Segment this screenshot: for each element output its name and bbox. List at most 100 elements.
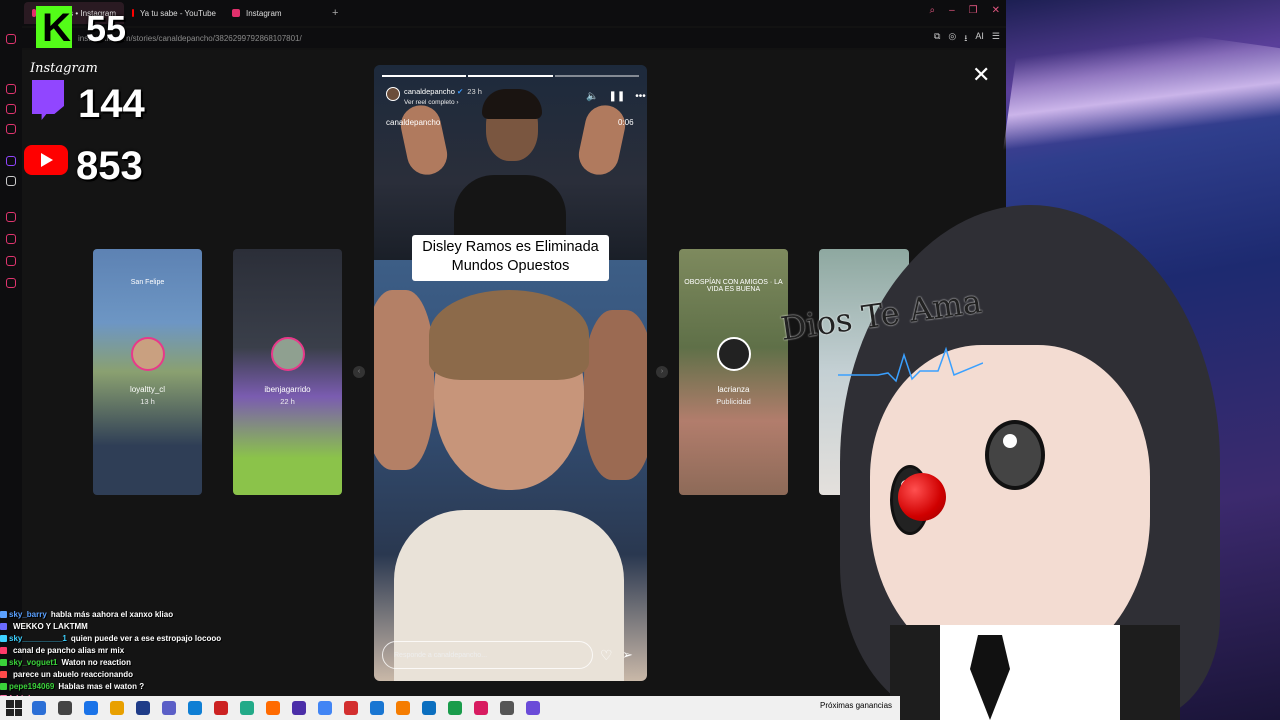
chat-message: sky_________1 quien puede ver a ese estro…: [0, 632, 300, 644]
chat-text: Hablas mas el waton ?: [58, 681, 145, 691]
reply-input[interactable]: Responde a canaldepancho...: [382, 641, 593, 669]
youtube-viewer-count: 853: [76, 144, 143, 188]
chat-username: sky_barry: [9, 609, 47, 619]
story-video-bottom: [374, 260, 647, 681]
sidebar-app-icon[interactable]: [6, 84, 16, 94]
side-story-time: 22 h: [280, 397, 295, 406]
browser-sidebar: [0, 26, 22, 696]
youtube-logo-icon: [24, 145, 68, 175]
instagram-favicon-icon: [232, 9, 240, 17]
taskbar-app-icon[interactable]: [84, 701, 98, 715]
caption-line: Disley Ramos es Eliminada: [422, 239, 599, 255]
taskbar-app-icon[interactable]: [266, 701, 280, 715]
active-story[interactable]: canaldepancho ✔ 23 h Ver reel completo › …: [374, 65, 647, 681]
taskbar-app-icon[interactable]: [344, 701, 358, 715]
close-icon[interactable]: ✕: [992, 5, 1000, 16]
x-icon[interactable]: [6, 176, 16, 186]
download-icon[interactable]: ⭳: [964, 31, 967, 47]
windows-start-icon[interactable]: [6, 700, 22, 716]
taskbar-app-icon[interactable]: [240, 701, 254, 715]
taskbar-app-icon[interactable]: [318, 701, 332, 715]
twitch-icon[interactable]: [6, 156, 16, 166]
chat-message: WEKKO Y LAKTMM: [0, 620, 300, 632]
minimize-icon[interactable]: –: [949, 5, 955, 16]
taskbar-news-widget[interactable]: Próximas ganancias: [820, 701, 892, 710]
address-bar[interactable]: instagram.com/stories/canaldepancho/3826…: [22, 28, 1006, 48]
send-icon[interactable]: ➢: [622, 647, 633, 663]
progress-segment: [382, 75, 467, 77]
view-full-reel-link[interactable]: Ver reel completo ›: [404, 99, 459, 106]
taskbar-app-icon[interactable]: [136, 701, 150, 715]
profile-icon[interactable]: ◎: [948, 31, 956, 47]
menu-icon[interactable]: ☰: [992, 31, 1000, 47]
taskbar-app-icon[interactable]: [500, 701, 514, 715]
story-duration: 0:06: [618, 118, 634, 127]
maximize-icon[interactable]: ❐: [969, 5, 978, 16]
taskbar-app-icon[interactable]: [474, 701, 488, 715]
settings-icon[interactable]: [6, 278, 16, 288]
chat-text: WEKKO Y LAKTMM: [13, 621, 88, 631]
like-icon[interactable]: ♡: [600, 647, 613, 664]
clock-icon[interactable]: [6, 234, 16, 244]
progress-segment: [554, 75, 639, 77]
taskbar-app-icon[interactable]: [32, 701, 46, 715]
chat-badge-icon: [0, 610, 7, 618]
mute-icon[interactable]: 🔈: [586, 91, 598, 102]
avatar-shirt: [940, 625, 1120, 720]
chat-message: pepe194069 Hablas mas el waton ?: [0, 680, 300, 692]
side-story-username: loyaltty_cl: [129, 385, 166, 394]
story-username[interactable]: canaldepancho ✔ 23 h: [404, 87, 482, 96]
avatar-eye: [985, 420, 1045, 490]
chat-badge-icon: [0, 634, 7, 642]
search-icon[interactable]: ⌕: [929, 5, 935, 16]
close-stories-button[interactable]: ✕: [972, 64, 990, 86]
taskbar-app-icon[interactable]: [58, 701, 72, 715]
side-story-card[interactable]: ibenjagarrido 22 h: [233, 249, 342, 495]
new-tab-button[interactable]: +: [324, 7, 346, 19]
taskbar-app-icon[interactable]: [396, 701, 410, 715]
taskbar-app-icon[interactable]: [292, 701, 306, 715]
taskbar-app-icon[interactable]: [370, 701, 384, 715]
instagram-label: Instagram: [30, 61, 98, 76]
address-icons: ⧉ ◎ ⭳ AI ☰: [934, 31, 1000, 47]
taskbar-app-icon[interactable]: [188, 701, 202, 715]
chat-badge-icon: [0, 646, 7, 654]
taskbar-app-icon[interactable]: [526, 701, 540, 715]
next-story-icon[interactable]: ›: [656, 366, 668, 378]
taskbar-app-icon[interactable]: [448, 701, 462, 715]
side-story-avatar: [717, 337, 751, 371]
sidebar-app-icon[interactable]: [6, 256, 16, 266]
chat-text: quien puede ver a ese estropajo locooo: [70, 633, 222, 643]
side-story-caption: OBOSPÍAN CON AMIGOS · LA VIDA ES BUENA: [684, 279, 783, 293]
side-story-avatar: [271, 337, 305, 371]
windows-taskbar: Próximas ganancias: [0, 696, 900, 720]
chat-text: Waton no reaction: [61, 657, 131, 667]
tab-instagram[interactable]: Instagram: [224, 2, 324, 24]
caption-line: Mundos Opuestos: [451, 258, 570, 274]
taskbar-app-icon[interactable]: [162, 701, 176, 715]
side-story-caption: San Felipe: [130, 279, 165, 286]
story-progress-bar: [382, 75, 639, 77]
side-story-card[interactable]: San Felipe loyaltty_cl 13 h: [93, 249, 202, 495]
story-figure: [429, 290, 589, 380]
taskbar-app-icon[interactable]: [110, 701, 124, 715]
extensions-icon[interactable]: ⧉: [934, 31, 940, 47]
taskbar-app-icon[interactable]: [214, 701, 228, 715]
more-options-icon[interactable]: •••: [635, 91, 646, 102]
refresh-icon[interactable]: [6, 34, 16, 44]
sidebar-app-icon[interactable]: [6, 124, 16, 134]
story-username-text[interactable]: canaldepancho: [404, 87, 455, 96]
sidebar-app-icon[interactable]: [6, 212, 16, 222]
progress-segment: [468, 75, 553, 77]
sidebar-app-icon[interactable]: [6, 104, 16, 114]
side-story-card[interactable]: OBOSPÍAN CON AMIGOS · LA VIDA ES BUENA l…: [679, 249, 788, 495]
window-controls: ⌕ – ❐ ✕: [929, 5, 1000, 16]
ai-icon[interactable]: AI: [975, 31, 984, 47]
taskbar-app-icon[interactable]: [422, 701, 436, 715]
kick-viewer-count: 55: [86, 8, 127, 49]
tab-youtube[interactable]: Ya tu sabe - YouTube: [124, 2, 224, 24]
previous-story-icon[interactable]: ‹: [353, 366, 365, 378]
story-user-avatar[interactable]: [386, 87, 400, 101]
story-figure: [397, 101, 451, 179]
pause-icon[interactable]: ❚❚: [608, 91, 625, 102]
